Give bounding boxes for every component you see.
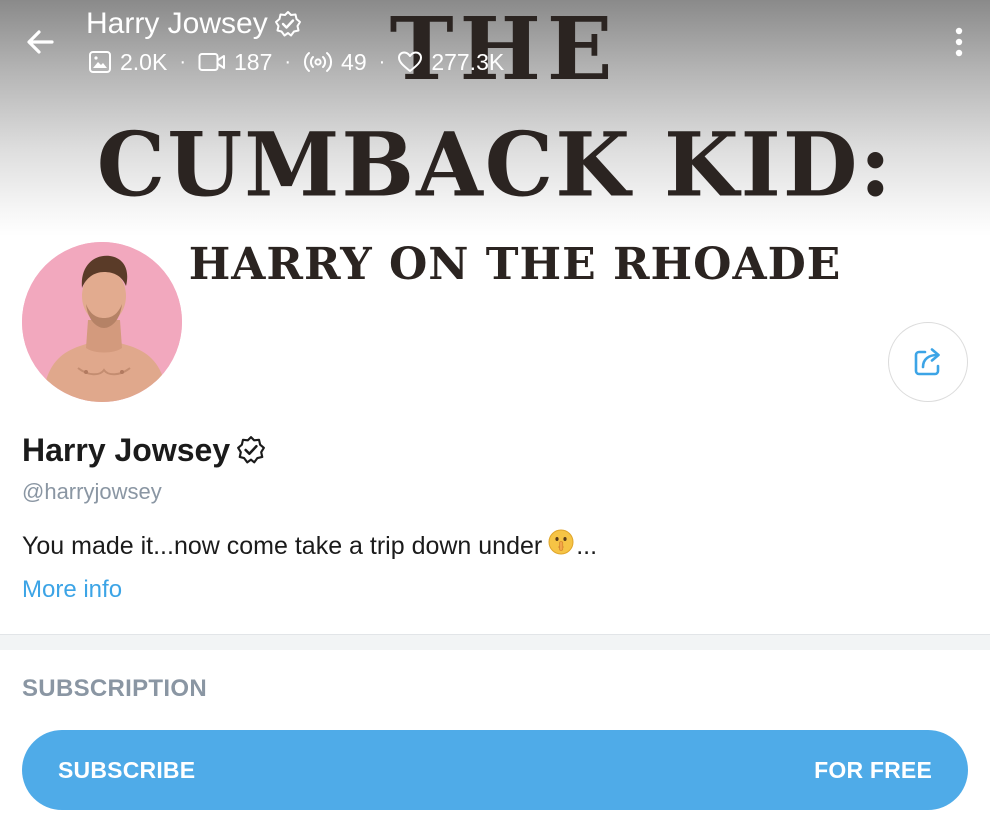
profile-name-text: Harry Jowsey (22, 432, 231, 468)
back-arrow-icon (27, 30, 54, 54)
stat-likes-count: 277.3K (431, 49, 505, 75)
more-vertical-icon (955, 27, 963, 57)
share-button[interactable] (888, 322, 968, 402)
verified-icon (274, 11, 301, 37)
section-divider (0, 634, 990, 650)
avatar[interactable] (20, 240, 184, 404)
stat-likes: 277.3K (397, 46, 504, 78)
header-title: Harry Jowsey (86, 6, 302, 42)
bio-ellipsis: ... (576, 532, 598, 560)
cover-text-line-2: CUMBACK KID: (96, 113, 894, 217)
subscribe-button[interactable]: SUBSCRIBE FOR FREE (22, 730, 968, 810)
top-bar: Harry Jowsey 2.0K · 187 · 49 · 277.3K (0, 0, 990, 100)
share-icon (914, 348, 940, 376)
bio-text: You made it...now come take a trip down … (22, 532, 543, 560)
stat-streams-count: 49 (341, 49, 367, 75)
profile-bio: You made it...now come take a trip down … (22, 529, 597, 563)
stat-separator: · (179, 51, 186, 73)
stat-photos: 2.0K (88, 46, 167, 78)
stat-separator: · (284, 51, 292, 73)
back-button[interactable] (20, 22, 60, 62)
stat-streams: 49 (303, 46, 367, 78)
subscribe-label: SUBSCRIBE (58, 756, 196, 783)
verified-icon (237, 436, 266, 464)
stat-photos-count: 2.0K (120, 49, 168, 75)
avatar-photo (22, 242, 182, 402)
video-icon (198, 53, 225, 71)
stream-icon (303, 52, 333, 72)
image-icon (89, 51, 111, 73)
heart-icon (398, 51, 423, 72)
subscribe-price: FOR FREE (814, 756, 932, 783)
shushing-face-emoji (548, 529, 574, 563)
profile-handle: @harryjowsey (22, 479, 162, 504)
subscription-heading: SUBSCRIPTION (22, 675, 207, 702)
profile-name: Harry Jowsey (22, 430, 266, 470)
header-stats: 2.0K · 187 · 49 · 277.3K (88, 46, 504, 78)
more-options-button[interactable] (944, 22, 974, 62)
more-info-link[interactable]: More info (22, 575, 122, 605)
stat-videos-count: 187 (234, 49, 273, 75)
stat-separator: · (378, 51, 386, 73)
stat-videos: 187 (198, 46, 272, 78)
header-name: Harry Jowsey (86, 7, 268, 40)
